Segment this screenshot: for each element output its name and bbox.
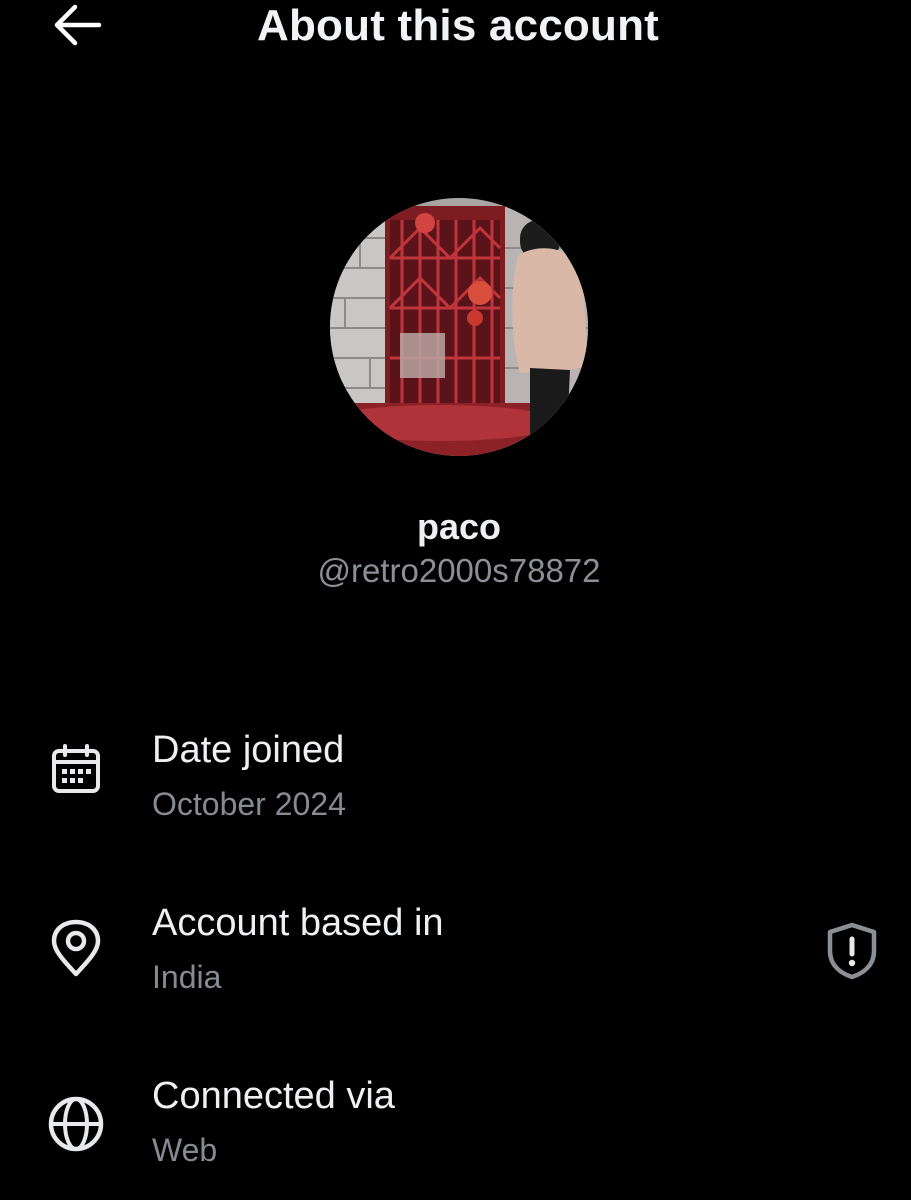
date-joined-label: Date joined — [152, 729, 345, 771]
date-joined-value: October 2024 — [152, 786, 346, 822]
avatar[interactable] — [330, 198, 588, 456]
display-name: paco — [416, 506, 502, 547]
shield-alert-button[interactable] — [822, 919, 882, 983]
info-row-connected-via: Connected via Web — [0, 1072, 911, 1182]
info-row-date-joined: Date joined October 2024 — [0, 726, 911, 836]
profile-photo — [330, 198, 588, 456]
location-pin-icon — [44, 917, 108, 981]
account-based-in-label: Account based in — [152, 902, 444, 944]
info-row-account-based-in: Account based in India — [0, 899, 911, 1009]
account-based-in-value: India — [152, 959, 222, 995]
user-handle: @retro2000s78872 — [317, 552, 601, 589]
header: About this account — [0, 0, 911, 56]
connected-via-label: Connected via — [152, 1075, 395, 1117]
shield-alert-icon — [827, 922, 877, 980]
globe-icon — [44, 1092, 108, 1156]
connected-via-value: Web — [152, 1132, 218, 1168]
calendar-icon — [44, 738, 108, 802]
page-title: About this account — [256, 1, 660, 50]
